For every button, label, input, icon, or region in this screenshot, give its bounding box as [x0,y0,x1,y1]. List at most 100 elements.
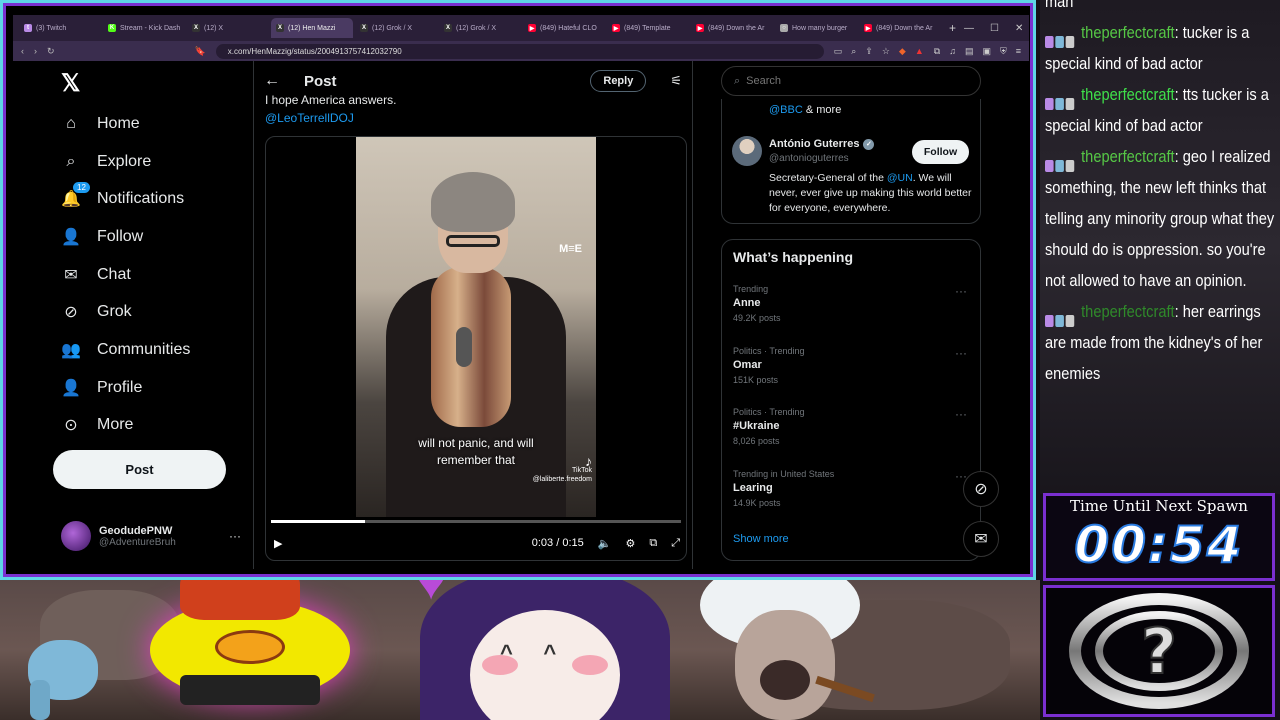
sidebar-item-grok[interactable]: ⊘ Grok [53,293,243,331]
browser-tab[interactable]: ▶ (849) Template [607,18,689,38]
trend-item[interactable]: Trending Anne 49.2K posts ··· [733,284,973,334]
sidebar-item-profile[interactable]: 👤 Profile [53,369,243,407]
sidebar-item-more[interactable]: ⊙ More [53,407,243,445]
chat-username[interactable]: theperfectcraft [1081,23,1174,42]
tiktok-icon: ♪ [585,453,592,469]
suggestion-name[interactable]: António Guterres ✓ [769,138,875,150]
chat-username[interactable]: theperfectcraft [1081,147,1174,166]
window-controls: — ☐ ✕ [964,23,1033,34]
star-icon[interactable]: ☆ [882,46,890,57]
play-icon[interactable]: ▶ [274,537,282,550]
communities-icon: 👥 [61,341,81,359]
browser-tab[interactable]: K Stream - Kick Dash [103,18,185,38]
close-icon[interactable]: ✕ [1015,23,1023,34]
fullscreen-icon[interactable]: ⤢ [671,537,680,550]
sidebar-item-home[interactable]: ⌂ Home [53,105,243,143]
trend-item[interactable]: Politics · Trending Omar 151K posts ··· [733,346,973,396]
more-dots-icon[interactable]: ··· [955,407,967,421]
tab-favicon-icon: t [24,24,32,32]
x-logo-icon[interactable]: 𝕏 [61,69,80,98]
back-icon[interactable]: ‹ [21,46,24,56]
reply-button[interactable]: Reply [590,70,647,92]
bbc-link[interactable]: @BBC [769,104,803,116]
post-button[interactable]: Post [53,450,226,489]
pip-icon[interactable]: ⧉ [649,537,657,550]
volume-icon[interactable]: 🔈 [598,537,612,550]
chat-message: theperfectcraft: tts tucker is a special… [1045,79,1277,141]
browser-tab[interactable]: ▶ (849) Hateful CLO [523,18,605,38]
chat-badges [1045,151,1081,172]
follow-button[interactable]: Follow [912,140,969,164]
share-icon[interactable]: ⇪ [865,46,873,57]
tab-favicon-icon: ▶ [528,24,536,32]
chat-username[interactable]: theperfectcraft [1081,302,1174,321]
media-icon[interactable]: ♫ [949,46,956,57]
browser-tab[interactable]: ▶ (849) Down the Ar [859,18,941,38]
browser-tab[interactable]: X (12) X [187,18,269,38]
video-progress-bar[interactable] [271,520,681,523]
trend-item[interactable]: Trending in United States Learing 14.9K … [733,469,973,519]
alert-icon[interactable]: ▲ [915,46,924,57]
browser-tab[interactable]: t (3) Twitch [19,18,101,38]
chat-username[interactable]: theperfectcraft [1081,85,1174,104]
extensions-icon[interactable]: ⧉ [934,46,940,57]
sidebar-item-label: Notifications [97,190,185,208]
vpn-icon[interactable]: ⛨ [1000,46,1007,57]
url-text: x.com/HenMazzig/status/20049137574120327… [227,46,402,56]
home-icon: ⌂ [66,114,76,132]
bookmark-icon[interactable]: 🔖 [195,46,206,57]
channel-logo: ? [1043,585,1275,717]
post-text: I hope America answers. [265,93,397,107]
chat-message: man [1045,0,1277,17]
tab-favicon-icon: K [108,24,116,32]
avatar[interactable] [732,136,762,166]
back-arrow-icon[interactable]: ← [264,72,280,90]
tab-label: (12) Hen Mazzi [288,24,336,32]
messages-icon[interactable]: ✉ [963,521,999,557]
more-dots-icon[interactable]: ··· [229,529,241,543]
maximize-icon[interactable]: ☐ [990,23,999,34]
grok-icon[interactable]: ⊘ [963,471,999,507]
account-switcher[interactable]: GeodudePNW @AdventureBruh ··· [61,519,241,553]
trend-meta: Trending in United States [733,468,835,479]
menu-icon[interactable]: ≡ [1016,46,1021,57]
sidebar-item-notifications[interactable]: 🔔 12 Notifications [53,180,243,218]
browser-tab[interactable]: X (12) Grok / X [439,18,521,38]
show-more-link[interactable]: Show more [733,533,789,545]
trend-item[interactable]: Politics · Trending #Ukraine 8,026 posts… [733,407,973,457]
screen-icon[interactable]: ▭ [834,46,843,57]
minimize-icon[interactable]: — [964,23,974,34]
more-dots-icon[interactable]: ··· [955,284,967,298]
browser-tab[interactable]: X (12) Hen Mazzi [271,18,353,38]
browser-tab[interactable]: ○ How many burger [775,18,857,38]
url-field[interactable]: x.com/HenMazzig/status/20049137574120327… [215,43,824,59]
sidebar-item-communities[interactable]: 👥 Communities [53,331,243,369]
wallet-icon[interactable]: ▣ [982,46,991,57]
brave-icon[interactable]: ◆ [899,46,906,57]
sidebar-item-chat[interactable]: ✉ Chat [53,256,243,294]
reload-icon[interactable]: ↻ [47,46,55,57]
sidebar-item-label: Explore [97,152,152,170]
sidebar-icon[interactable]: ▤ [965,46,974,57]
trend-count: 8,026 posts [733,436,780,446]
video-player[interactable]: M≡E will not panic, and will remember th… [265,136,687,561]
bio-mention[interactable]: @UN [887,172,913,184]
sidebar-item-follow[interactable]: 👤 Follow [53,218,243,256]
search-box[interactable]: ⌕ [721,66,981,96]
browser-tab[interactable]: X (12) Grok / X [355,18,437,38]
sidebar-item-explore[interactable]: ⌕ Explore [53,143,243,181]
whats-happening-title: What’s happening [733,249,854,265]
forward-icon[interactable]: › [34,46,37,56]
browser-tab[interactable]: ▶ (849) Down the Ar [691,18,773,38]
mention-link[interactable]: @LeoTerrellDOJ [265,111,354,125]
tiktok-watermark: ♪ TikTok @laliberte.freedom [533,453,592,484]
sidebar-nav: ⌂ Home ⌕ Explore 🔔 12 Notifications 👤 Follow ✉ Cha… [53,105,243,444]
bird-beak [215,630,285,664]
search-input[interactable] [746,75,947,87]
zoom-icon[interactable]: ⌕ [851,46,856,57]
sliders-icon[interactable]: ⚟ [670,73,682,89]
tab-label: (12) X [204,24,224,32]
new-tab-button[interactable]: + [943,21,962,35]
more-dots-icon[interactable]: ··· [955,346,967,360]
settings-icon[interactable]: ⚙ [625,537,635,550]
